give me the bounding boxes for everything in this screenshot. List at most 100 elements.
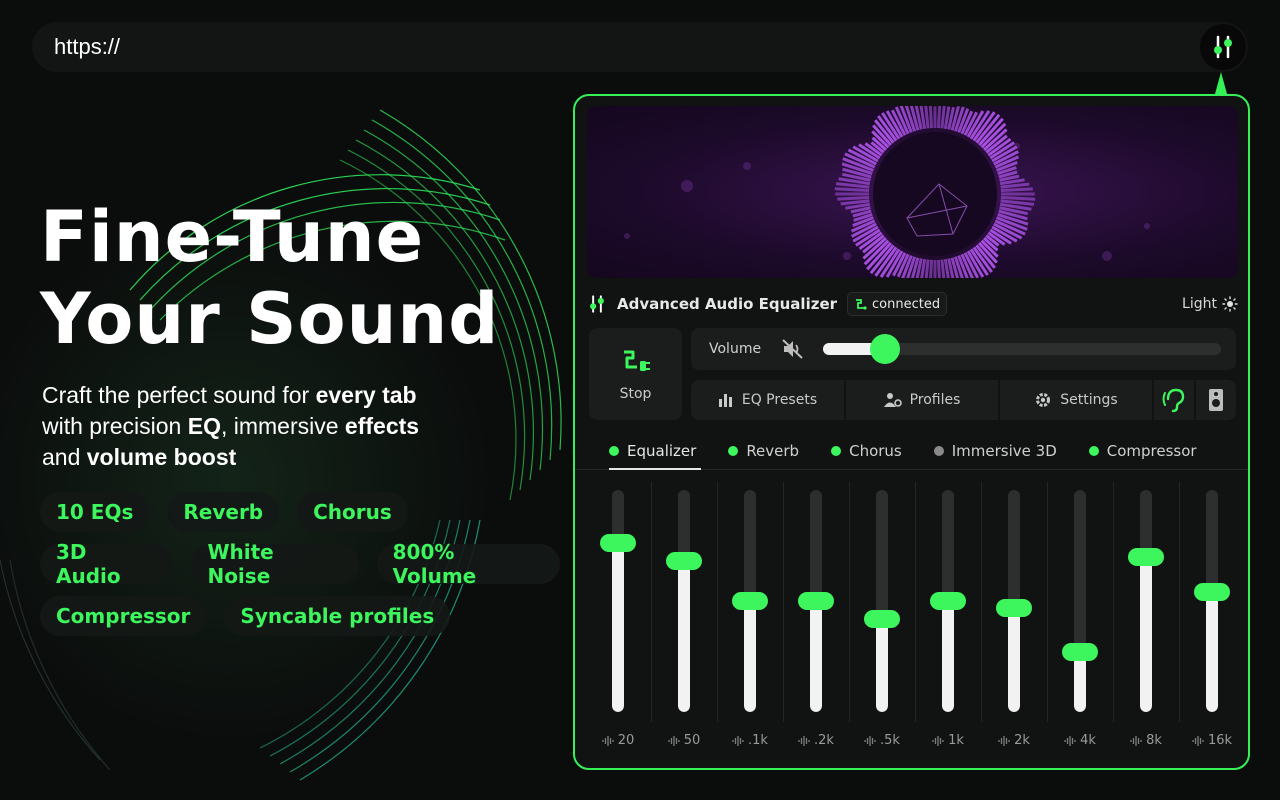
eq-slider-fill — [612, 543, 624, 712]
waveform-icon — [602, 735, 614, 746]
user-gear-icon — [883, 393, 902, 407]
eq-slider[interactable] — [612, 490, 624, 712]
eq-slider-fill — [1074, 652, 1086, 712]
eq-divider — [1179, 482, 1180, 722]
eq-frequency-label: 20 — [585, 733, 651, 748]
visualizer-bar — [929, 259, 934, 278]
mute-icon[interactable] — [781, 338, 805, 360]
eq-slider-thumb[interactable] — [1062, 643, 1098, 662]
audio-visualizer — [587, 106, 1238, 278]
profiles-button[interactable]: Profiles — [846, 380, 998, 420]
equalizer-bands: 20 50 .1k .2k .5k 1k 2k 4k 8k 16k — [585, 482, 1242, 764]
feature-chip: 800% Volume — [376, 540, 561, 588]
eq-divider — [1113, 482, 1114, 722]
volume-label: Volume — [709, 341, 762, 357]
eq-divider — [849, 482, 850, 722]
eq-slider-thumb[interactable] — [1128, 547, 1164, 566]
tab-chorus[interactable]: Chorus — [831, 432, 902, 469]
hero-subtitle: Craft the perfect sound for every tab wi… — [42, 382, 420, 470]
waveform-icon — [998, 735, 1010, 746]
panel-header: Advanced Audio Equalizer connected Light — [587, 292, 1238, 316]
eq-frequency-text: 16k — [1207, 733, 1233, 748]
eq-slider-thumb[interactable] — [996, 598, 1032, 617]
glow-particle — [843, 252, 851, 260]
stop-button[interactable]: Stop — [589, 328, 682, 420]
eq-divider — [1047, 482, 1048, 722]
visualizer-bar — [837, 195, 870, 201]
sun-icon — [1222, 296, 1238, 312]
visualizer-bar — [1000, 182, 1030, 189]
eq-slider-thumb[interactable] — [864, 609, 900, 628]
tab-immersive-3d[interactable]: Immersive 3D — [933, 432, 1057, 469]
eq-divider — [915, 482, 916, 722]
eq-slider-thumb[interactable] — [798, 592, 834, 610]
tab-reverb[interactable]: Reverb — [728, 432, 799, 469]
ear-icon — [1162, 388, 1185, 413]
eq-slider[interactable] — [678, 490, 690, 712]
eq-slider[interactable] — [1074, 490, 1086, 712]
app-title: Advanced Audio Equalizer — [617, 295, 838, 313]
feature-chip: White Noise — [191, 540, 359, 588]
eq-band: 2k — [981, 482, 1047, 764]
eq-slider-thumb[interactable] — [1194, 583, 1230, 602]
browser-address-bar[interactable]: https:// — [32, 22, 1248, 72]
eq-frequency-text: .2k — [814, 733, 834, 748]
speaker-button[interactable] — [1196, 380, 1236, 420]
tab-label: Equalizer — [627, 441, 697, 460]
profiles-label: Profiles — [909, 392, 961, 408]
eq-slider-thumb[interactable] — [600, 534, 636, 553]
eq-band: .2k — [783, 482, 849, 764]
toggle-indicator-icon — [933, 445, 944, 456]
theme-toggle[interactable]: Light — [1182, 296, 1238, 312]
volume-slider[interactable] — [823, 334, 1222, 364]
eq-slider-fill — [876, 618, 888, 712]
eq-slider-thumb[interactable] — [732, 592, 768, 610]
tab-equalizer[interactable]: Equalizer — [609, 432, 702, 470]
eq-divider — [651, 482, 652, 722]
eq-frequency-label: 2k — [981, 733, 1047, 748]
waveform-icon — [668, 735, 680, 746]
glow-particle — [743, 162, 751, 170]
eq-frequency-label: .1k — [717, 733, 783, 748]
eq-slider[interactable] — [876, 490, 888, 712]
tab-label: Chorus — [849, 441, 902, 460]
visualizer-bar — [1000, 187, 1033, 193]
toggle-indicator-icon — [609, 445, 619, 456]
visualizer-core — [873, 132, 997, 256]
eq-frequency-label: 16k — [1179, 733, 1245, 748]
eq-frequency-text: .5k — [880, 733, 900, 748]
unplug-icon — [623, 350, 650, 371]
volume-slider-thumb[interactable] — [869, 334, 900, 364]
panel-nav: EQ Presets Profiles Settings — [691, 380, 1236, 420]
feature-chip: Compressor — [40, 596, 207, 636]
eq-slider-fill — [1008, 607, 1020, 712]
glow-particle — [1102, 251, 1112, 261]
eq-frequency-label: 1k — [915, 733, 981, 748]
visualizer-bar — [928, 106, 934, 129]
effect-tabs: Equalizer Reverb Chorus Immersive 3D Com… — [575, 432, 1248, 470]
tab-label: Compressor — [1106, 441, 1197, 460]
visualizer-bar — [1000, 195, 1036, 201]
settings-button[interactable]: Settings — [1000, 380, 1152, 420]
visualizer-bar — [940, 106, 946, 129]
plug-icon — [856, 299, 867, 310]
equalizer-sliders-icon — [1214, 35, 1232, 59]
hearing-button[interactable] — [1154, 380, 1194, 420]
eq-band: .1k — [717, 482, 783, 764]
url-text: https:// — [54, 34, 121, 59]
eq-presets-button[interactable]: EQ Presets — [691, 380, 844, 420]
toggle-indicator-icon — [831, 445, 842, 456]
eq-slider-thumb[interactable] — [666, 552, 702, 571]
eq-slider[interactable] — [1140, 490, 1152, 712]
eq-band: 16k — [1179, 482, 1245, 764]
waveform-icon — [864, 735, 876, 746]
glow-particle — [681, 180, 693, 192]
eq-divider — [783, 482, 784, 722]
eq-band: 8k — [1113, 482, 1179, 764]
tab-compressor[interactable]: Compressor — [1088, 432, 1197, 469]
eq-presets-label: EQ Presets — [741, 392, 818, 408]
speaker-icon — [1209, 389, 1223, 411]
feature-chip: 10 EQs — [40, 492, 150, 532]
extension-button[interactable] — [1200, 24, 1246, 70]
eq-slider-thumb[interactable] — [930, 592, 966, 610]
